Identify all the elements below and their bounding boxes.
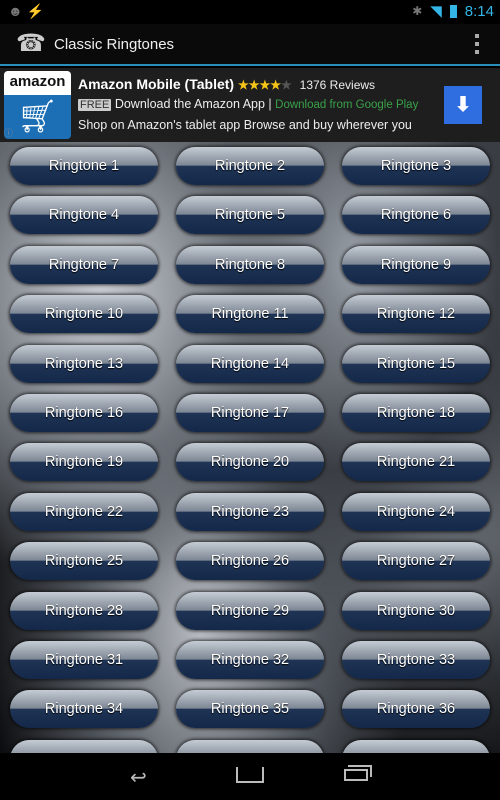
ringtone-list[interactable]: Ringtone 1 Ringtone 2 Ringtone 3 Ringtone 4… <box>0 142 500 753</box>
ad-title: Amazon Mobile (Tablet) <box>78 76 235 92</box>
ringtone-button-partial[interactable] <box>342 739 490 753</box>
review-count: 1376 Reviews <box>299 78 376 92</box>
ringtone-button[interactable]: Ringtone 26 <box>176 542 324 581</box>
clock: 8:14 <box>464 2 494 20</box>
overflow-menu-icon[interactable] <box>474 34 480 54</box>
free-badge: FREE <box>78 99 112 111</box>
android-debug-icon: ☻ <box>8 3 23 19</box>
ringtone-button[interactable]: Ringtone 34 <box>10 690 158 729</box>
rating-stars: ★★★★★ <box>237 78 292 92</box>
ad-banner[interactable]: amazon 🛒︎ ⓘ Amazon Mobile (Tablet) ★★★★★… <box>0 68 500 142</box>
ringtone-button[interactable]: Ringtone 10 <box>10 295 158 334</box>
usb-charge-icon: ⚡ <box>26 3 45 19</box>
vintage-telephone-icon[interactable]: ☎ <box>14 29 48 59</box>
download-arrow-icon: ⬇ <box>454 94 472 116</box>
ringtone-button[interactable]: Ringtone 18 <box>342 393 490 432</box>
ringtone-button[interactable]: Ringtone 12 <box>342 295 490 334</box>
ringtone-button[interactable]: Ringtone 31 <box>10 640 158 679</box>
ringtone-button[interactable]: Ringtone 5 <box>176 196 324 235</box>
recent-apps-icon[interactable] <box>344 769 368 781</box>
ringtone-button[interactable]: Ringtone 19 <box>10 443 158 482</box>
amazon-logo: amazon 🛒︎ <box>4 71 71 139</box>
ringtone-button[interactable]: Ringtone 32 <box>176 640 324 679</box>
ringtone-button[interactable]: Ringtone 35 <box>176 690 324 729</box>
wifi-icon: ◥ <box>430 3 442 20</box>
ringtone-button-partial[interactable] <box>10 739 158 753</box>
ringtone-button[interactable]: Ringtone 20 <box>176 443 324 482</box>
back-icon[interactable]: ↩ <box>130 765 147 790</box>
status-bar: ☻ ⚡ ✱ ◥ 8:14 <box>0 0 500 24</box>
ringtone-button[interactable]: Ringtone 33 <box>342 640 490 679</box>
ringtone-button[interactable]: Ringtone 6 <box>342 196 490 235</box>
ringtone-button[interactable]: Ringtone 36 <box>342 690 490 729</box>
ringtone-button[interactable]: Ringtone 4 <box>10 196 158 235</box>
app-title: Classic Ringtones <box>54 36 175 53</box>
ringtone-button[interactable]: Ringtone 13 <box>10 344 158 383</box>
action-bar: ☎ Classic Ringtones <box>0 24 500 66</box>
ringtone-button-partial[interactable] <box>176 739 324 753</box>
navigation-bar: ↩ <box>0 753 500 800</box>
info-icon[interactable]: ⓘ <box>4 126 13 139</box>
ringtone-button[interactable]: Ringtone 14 <box>176 344 324 383</box>
ringtone-button[interactable]: Ringtone 16 <box>10 393 158 432</box>
ad-tagline: Shop on Amazon's tablet app Browse and b… <box>78 118 412 132</box>
download-button[interactable]: ⬇ <box>444 86 482 124</box>
ringtone-button[interactable]: Ringtone 17 <box>176 393 324 432</box>
ringtone-button[interactable]: Ringtone 22 <box>10 492 158 531</box>
ringtone-button[interactable]: Ringtone 9 <box>342 245 490 284</box>
ringtone-button[interactable]: Ringtone 29 <box>176 591 324 630</box>
ringtone-button[interactable]: Ringtone 23 <box>176 492 324 531</box>
ringtone-button[interactable]: Ringtone 8 <box>176 245 324 284</box>
ringtone-button[interactable]: Ringtone 7 <box>10 245 158 284</box>
ringtone-button[interactable]: Ringtone 21 <box>342 443 490 482</box>
ad-description: Download the Amazon App | <box>114 97 272 111</box>
bluetooth-icon: ✱ <box>412 4 423 18</box>
ringtone-button[interactable]: Ringtone 3 <box>342 147 490 185</box>
shopping-cart-icon: 🛒︎ <box>17 98 58 134</box>
ringtone-button[interactable]: Ringtone 27 <box>342 542 490 581</box>
google-play-link[interactable]: Download from Google Play <box>275 99 418 111</box>
battery-icon <box>449 4 457 18</box>
home-icon[interactable] <box>236 767 264 783</box>
ringtone-button[interactable]: Ringtone 28 <box>10 591 158 630</box>
ringtone-button[interactable]: Ringtone 15 <box>342 344 490 383</box>
ringtone-button[interactable]: Ringtone 25 <box>10 542 158 581</box>
ringtone-button[interactable]: Ringtone 2 <box>176 147 324 185</box>
ringtone-button[interactable]: Ringtone 1 <box>10 147 158 185</box>
notification-icons: ☻ ⚡ <box>8 3 44 20</box>
ringtone-button[interactable]: Ringtone 24 <box>342 492 490 531</box>
ringtone-button[interactable]: Ringtone 30 <box>342 591 490 630</box>
ringtone-button[interactable]: Ringtone 11 <box>176 295 324 334</box>
